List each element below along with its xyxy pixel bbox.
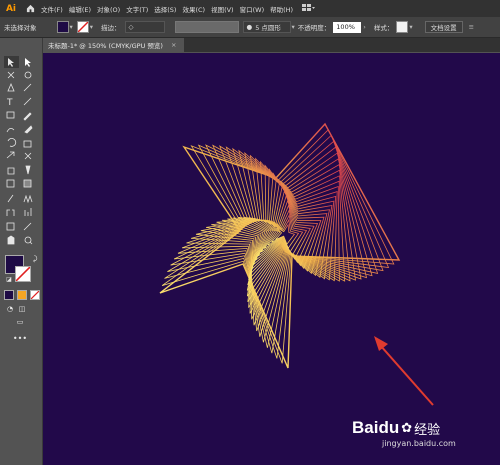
none-mode-button[interactable]: [30, 290, 40, 300]
selection-tool-icon[interactable]: [5, 56, 17, 66]
mesh-icon[interactable]: [5, 182, 17, 192]
line-icon[interactable]: [22, 98, 34, 108]
direct-select-icon[interactable]: [22, 56, 34, 66]
watermark-url: jingyan.baidu.com: [382, 439, 456, 448]
app-logo: Ai: [5, 3, 17, 14]
gradient-mode-button[interactable]: [17, 290, 27, 300]
graphic-style-swatch[interactable]: [396, 21, 409, 33]
menu-effect[interactable]: 效果(C): [179, 4, 208, 14]
document-setup-button[interactable]: 文档设置: [424, 21, 463, 33]
menu-bar: Ai 文件(F) 编辑(E) 对象(O) 文字(T) 选择(S) 效果(C) 视…: [0, 0, 500, 17]
chevron-down-icon[interactable]: ▾: [70, 23, 73, 31]
dot-icon: ●: [246, 23, 253, 31]
menu-object[interactable]: 对象(O): [94, 4, 123, 14]
chevron-down-icon[interactable]: ▾: [292, 23, 295, 31]
variable-width-profile[interactable]: [174, 21, 239, 33]
star-artwork[interactable]: [43, 53, 500, 465]
brush-definition-select[interactable]: ● 5 点圆形: [242, 21, 291, 33]
chevron-right-icon[interactable]: ›: [363, 23, 366, 31]
color-mode-button[interactable]: [4, 290, 14, 300]
red-arrow-annotation: [374, 336, 434, 406]
default-colors-icon[interactable]: ◪: [3, 274, 15, 284]
home-icon[interactable]: [22, 0, 38, 17]
artboard-canvas[interactable]: [43, 53, 500, 465]
fill-swatch[interactable]: [56, 21, 69, 33]
more-tools-icon[interactable]: •••: [13, 333, 27, 343]
more-options-icon[interactable]: ≡: [469, 23, 474, 31]
zoom-icon[interactable]: [22, 238, 34, 248]
draw-mode-icon[interactable]: ◔: [4, 304, 16, 314]
selection-status: 未选择对象: [4, 24, 37, 32]
chevron-down-icon[interactable]: ▾: [90, 23, 93, 31]
screen-mode-icon[interactable]: ▭: [14, 317, 26, 327]
magic-wand-icon[interactable]: [5, 70, 17, 80]
shaper-icon[interactable]: [5, 126, 17, 136]
blend-icon[interactable]: [22, 196, 34, 206]
gradient-icon[interactable]: [22, 182, 34, 192]
swap-colors-icon[interactable]: ⤸: [29, 254, 41, 264]
document-tab-bar: 未标题-1* @ 150% (CMYK/GPU 预览) ×: [42, 38, 500, 52]
document-tab-title: 未标题-1* @ 150% (CMYK/GPU 预览): [48, 42, 163, 50]
curvature-icon[interactable]: [22, 84, 34, 94]
document-tab[interactable]: 未标题-1* @ 150% (CMYK/GPU 预览) ×: [42, 38, 185, 52]
brush-icon[interactable]: [22, 112, 34, 122]
rectangle-icon[interactable]: [5, 112, 17, 122]
draw-behind-icon[interactable]: ◫: [16, 304, 28, 314]
hand-icon[interactable]: [5, 238, 17, 248]
close-icon[interactable]: ×: [171, 41, 176, 49]
rotate-icon[interactable]: [5, 140, 17, 150]
eyedropper-icon[interactable]: [5, 196, 17, 206]
tools-panel: T ⤸ ◪ ◔ ◫ ▭ •••: [0, 38, 43, 465]
eraser-icon[interactable]: [22, 126, 34, 136]
watermark: Baidu ✿ 经验 jingyan.baidu.com: [352, 418, 492, 458]
menu-select[interactable]: 选择(S): [151, 4, 179, 14]
opacity-input[interactable]: 100%: [333, 21, 362, 33]
shape-builder-icon[interactable]: [5, 168, 17, 178]
menu-type[interactable]: 文字(T): [123, 4, 151, 14]
blend-step: [186, 149, 356, 326]
menu-edit[interactable]: 编辑(E): [66, 4, 94, 14]
pen-icon[interactable]: [5, 84, 17, 94]
menu-window[interactable]: 窗口(W): [237, 4, 268, 14]
opacity-label: 不透明度：: [297, 24, 331, 32]
chevron-down-icon[interactable]: ▾: [409, 23, 412, 31]
type-icon[interactable]: [5, 98, 17, 108]
style-label: 样式：: [373, 24, 394, 32]
paw-icon: ✿: [401, 420, 413, 436]
graph-icon[interactable]: [22, 210, 34, 220]
menu-view[interactable]: 视图(V): [208, 4, 237, 14]
stroke-color-swatch[interactable]: [15, 266, 31, 282]
color-mode-row: [4, 290, 40, 300]
perspective-icon[interactable]: [22, 168, 34, 178]
artboard-icon[interactable]: [5, 224, 17, 234]
workspace-switcher-icon[interactable]: [302, 3, 316, 14]
stroke-label: 描边：: [101, 24, 121, 32]
menu-file[interactable]: 文件(F): [38, 4, 66, 14]
watermark-brand: Baidu: [352, 418, 400, 437]
scale-icon[interactable]: [22, 140, 34, 150]
lasso-icon[interactable]: [22, 70, 34, 80]
menu-help[interactable]: 帮助(H): [267, 4, 296, 14]
width-icon[interactable]: [5, 154, 17, 164]
slice-icon[interactable]: [22, 224, 34, 234]
symbol-sprayer-icon[interactable]: [5, 210, 17, 220]
stroke-swatch[interactable]: [76, 21, 89, 33]
stroke-weight-stepper[interactable]: ◇: [124, 21, 165, 33]
free-transform-icon[interactable]: [22, 154, 34, 164]
control-bar: 未选择对象 ▾ ▾ 描边： ◇ ● 5 点圆形 ▾ 不透明度： 100% › 样…: [0, 17, 500, 38]
watermark-suffix: 经验: [414, 422, 441, 438]
